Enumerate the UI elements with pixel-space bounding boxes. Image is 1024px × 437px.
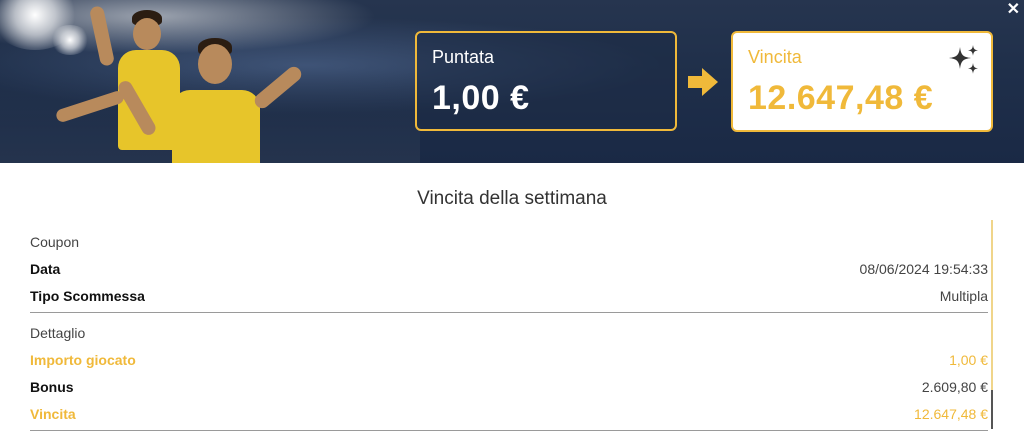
coupon-details: Coupon Data 08/06/2024 19:54:33 Tipo Sco… — [30, 228, 988, 437]
player-image — [115, 38, 320, 163]
scrollbar-track[interactable] — [991, 220, 993, 390]
hero-banner: ✕ Puntata 1,00 € Vincita 12.647,48 € — [0, 0, 1024, 163]
detail-row-win: Vincita 12.647,48 € — [30, 401, 988, 428]
stake-box: Puntata 1,00 € — [415, 31, 677, 131]
detail-row-date: Data 08/06/2024 19:54:33 — [30, 256, 988, 283]
row-label: Vincita — [30, 406, 76, 422]
win-value: 12.647,48 € — [748, 79, 934, 117]
row-value: 12.647,48 € — [914, 406, 988, 422]
detail-heading: Dettaglio — [30, 325, 86, 341]
arrow-right-icon — [686, 65, 720, 104]
sparkle-icon — [947, 43, 981, 82]
page-title: Vincita della settimana — [417, 188, 607, 209]
row-value: 1,00 € — [949, 352, 988, 368]
detail-row-bonus: Bonus 2.609,80 € — [30, 374, 988, 401]
row-label: Importo giocato — [30, 352, 136, 368]
close-icon[interactable]: ✕ — [1007, 2, 1020, 18]
win-box: Vincita 12.647,48 € — [731, 31, 993, 132]
divider — [30, 312, 988, 313]
row-label: Bonus — [30, 379, 74, 395]
row-label: Tipo Scommessa — [30, 288, 145, 304]
stake-value: 1,00 € — [432, 79, 530, 117]
win-label: Vincita — [748, 47, 802, 67]
row-value: Multipla — [939, 288, 988, 304]
row-value: 08/06/2024 19:54:33 — [859, 261, 988, 277]
detail-row-stake: Importo giocato 1,00 € — [30, 347, 988, 374]
scrollbar-thumb[interactable] — [991, 390, 993, 429]
stake-label: Puntata — [432, 47, 495, 67]
divider — [30, 430, 988, 431]
row-value: 2.609,80 € — [921, 379, 988, 395]
row-label: Data — [30, 261, 61, 277]
coupon-heading: Coupon — [30, 234, 80, 250]
stadium-light — [50, 25, 90, 55]
detail-row-bet-type: Tipo Scommessa Multipla — [30, 283, 988, 310]
